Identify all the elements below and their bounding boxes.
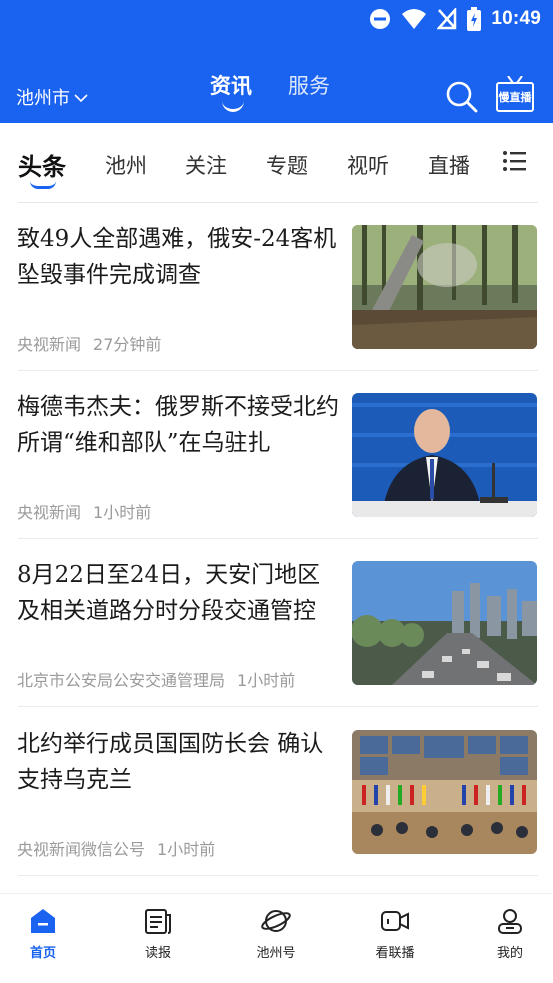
news-item[interactable]: 8月22日至24日，天安门地区及相关道路分时分段交通管控 北京市公安局公安交通管…: [0, 539, 553, 707]
channel-chizhou[interactable]: 池州: [105, 150, 147, 180]
tab-services[interactable]: 服务: [288, 70, 330, 106]
chevron-down-icon: [74, 87, 88, 108]
news-thumbnail: [352, 730, 537, 854]
news-title: 北约举行成员国国防长会 确认支持乌克兰: [17, 731, 324, 793]
news-source: 央视新闻: [17, 335, 82, 354]
news-title: 梅德韦杰夫：俄罗斯不接受北约所谓“维和部队”在乌驻扎: [17, 394, 339, 456]
news-time: 1小时前: [93, 503, 152, 522]
city-selector[interactable]: 池州市: [16, 84, 88, 110]
home-icon: [28, 906, 58, 936]
video-icon: [380, 906, 410, 936]
channel-follow[interactable]: 关注: [185, 150, 227, 180]
channel-topics[interactable]: 专题: [266, 150, 308, 180]
battery-charging-icon: [467, 7, 482, 31]
profile-icon: [495, 906, 525, 936]
app-header: 10:49 池州市 资讯 服务 慢直播: [0, 0, 553, 123]
tab-news[interactable]: 资讯: [210, 70, 252, 112]
news-source: 央视新闻: [17, 503, 82, 522]
news-item[interactable]: 致49人全部遇难，俄安-24客机坠毁事件完成调查 央视新闻 27分钟前: [0, 203, 553, 371]
news-source: 央视新闻微信公号: [17, 840, 146, 859]
channel-headlines[interactable]: 头条: [18, 147, 66, 182]
nav-label: 看联播: [375, 946, 415, 961]
news-time: 1小时前: [237, 671, 296, 690]
channel-live[interactable]: 直播: [428, 150, 470, 180]
nav-home[interactable]: 首页: [3, 906, 83, 961]
news-item[interactable]: 北约举行成员国国防长会 确认支持乌克兰 央视新闻微信公号 1小时前: [0, 708, 553, 876]
status-bar: 10:49: [0, 0, 553, 38]
news-title: 8月22日至24日，天安门地区及相关道路分时分段交通管控: [17, 562, 321, 624]
city-label: 池州市: [16, 88, 70, 109]
news-thumbnail: [352, 393, 537, 517]
bottom-navigation: 首页 读报 池州号 看联播 我的: [0, 893, 553, 983]
top-tabs: 资讯 服务: [210, 70, 330, 112]
divider: [18, 875, 538, 876]
nav-read-paper[interactable]: 读报: [118, 906, 198, 961]
news-thumbnail: [352, 561, 537, 685]
search-button[interactable]: [445, 80, 479, 114]
nav-profile[interactable]: 我的: [470, 906, 550, 961]
active-channel-indicator: [30, 181, 56, 189]
do-not-disturb-icon: [369, 8, 391, 30]
nav-chizhou-account[interactable]: 池州号: [236, 906, 316, 961]
planet-icon: [261, 906, 291, 936]
channel-video[interactable]: 视听: [347, 150, 389, 180]
news-meta: 央视新闻微信公号 1小时前: [17, 836, 215, 860]
nav-watch-broadcast[interactable]: 看联播: [355, 906, 435, 961]
menu-icon: [502, 151, 528, 177]
channel-tabs: 头条 池州 关注 专题 视听 直播: [0, 123, 553, 203]
nav-label: 首页: [29, 946, 56, 961]
slow-live-label: 慢直播: [496, 82, 534, 112]
news-item[interactable]: 梅德韦杰夫：俄罗斯不接受北约所谓“维和部队”在乌驻扎 央视新闻 1小时前: [0, 371, 553, 539]
news-meta: 央视新闻 27分钟前: [17, 331, 161, 355]
slow-live-button[interactable]: 慢直播: [496, 76, 534, 114]
newspaper-icon: [143, 906, 173, 936]
news-thumbnail: [352, 225, 537, 349]
news-time: 1小时前: [157, 840, 216, 859]
divider: [18, 706, 538, 707]
nav-label: 我的: [496, 946, 523, 961]
wifi-icon: [401, 8, 427, 30]
news-source: 北京市公安局公安交通管理局: [17, 671, 226, 690]
news-meta: 北京市公安局公安交通管理局 1小时前: [17, 667, 295, 691]
channel-menu-button[interactable]: [502, 149, 528, 173]
status-time: 10:49: [491, 8, 541, 29]
news-meta: 央视新闻 1小时前: [17, 499, 151, 523]
news-title: 致49人全部遇难，俄安-24客机坠毁事件完成调查: [17, 226, 337, 288]
search-icon: [445, 81, 479, 118]
nav-label: 读报: [144, 946, 171, 961]
nav-label: 池州号: [256, 946, 296, 961]
news-time: 27分钟前: [93, 335, 162, 354]
no-signal-icon: [437, 8, 457, 30]
